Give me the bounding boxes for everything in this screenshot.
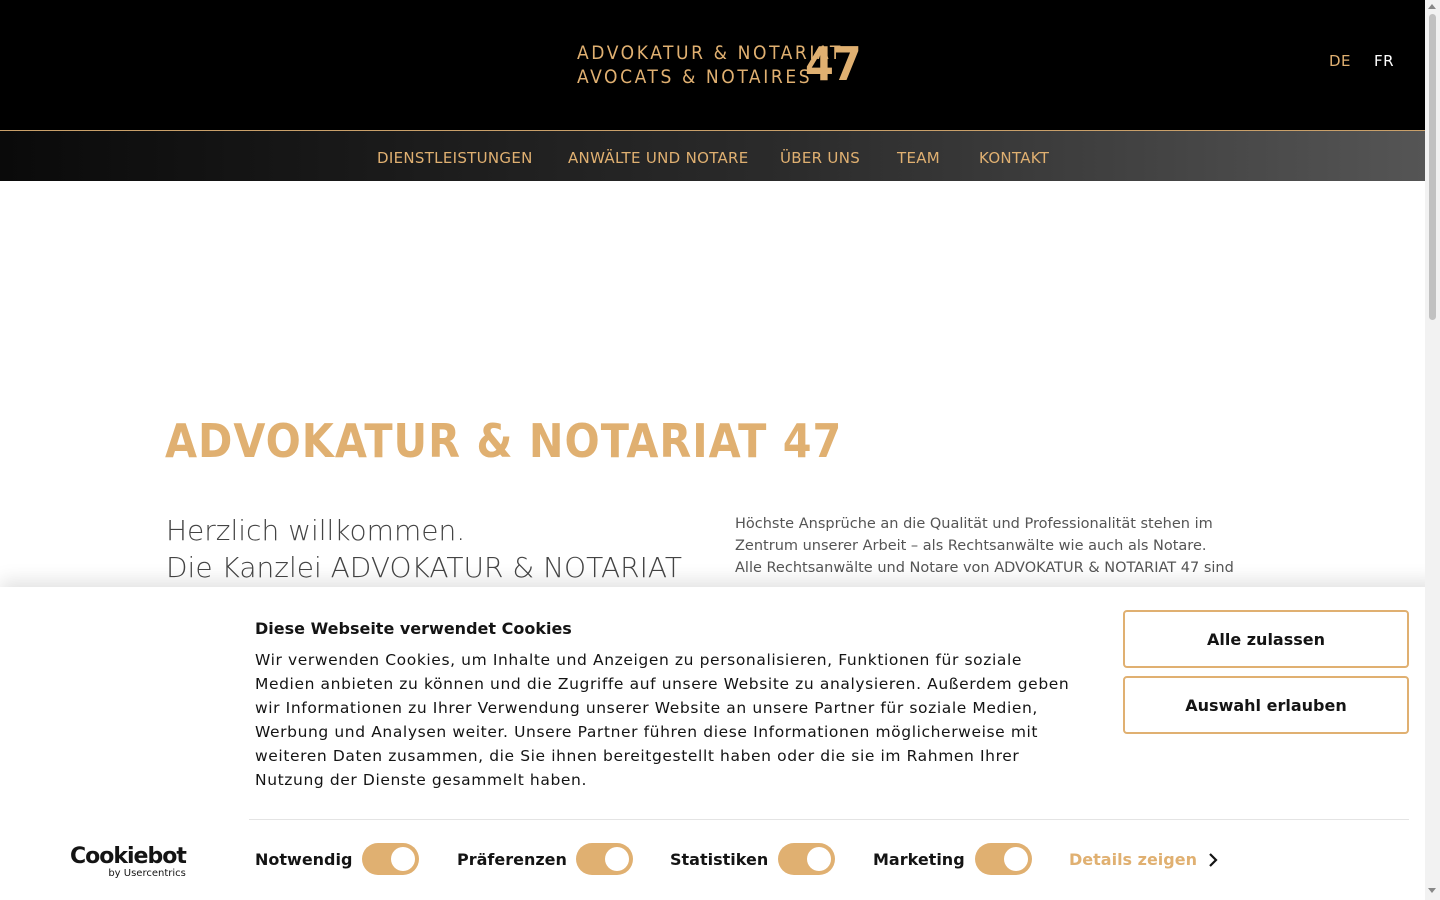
cookiebot-logo[interactable]: Cookiebot by Usercentrics bbox=[70, 844, 187, 880]
language-fr-link[interactable]: FR bbox=[1374, 52, 1394, 70]
scroll-up-icon[interactable] bbox=[1428, 4, 1436, 9]
intro-line-1: Höchste Ansprüche an die Qualität und Pr… bbox=[735, 516, 1213, 532]
intro-line-3: Alle Rechtsanwälte und Notare von ADVOKA… bbox=[735, 560, 1234, 576]
toggle-knob bbox=[807, 847, 831, 871]
toggle-label-marketing: Marketing bbox=[873, 850, 965, 869]
cookiebot-brand: Cookiebot bbox=[70, 844, 187, 869]
welcome-line-1: Herzlich willkommen. bbox=[166, 514, 466, 547]
chevron-right-icon[interactable] bbox=[1208, 853, 1218, 867]
toggle-label-notwendig: Notwendig bbox=[255, 850, 353, 869]
toggle-statistiken[interactable] bbox=[778, 843, 835, 875]
intro-text: Höchste Ansprüche an die Qualität und Pr… bbox=[735, 513, 1235, 579]
site-logo[interactable]: ADVOKATUR & NOTARIAT AVOCATS & NOTAIRES … bbox=[577, 38, 862, 92]
logo-line-1: ADVOKATUR & NOTARIAT bbox=[577, 42, 843, 64]
main-navigation: DIENSTLEISTUNGEN ANWÄLTE UND NOTARE ÜBER… bbox=[0, 130, 1425, 181]
toggle-label-praeferenzen: Präferenzen bbox=[457, 850, 567, 869]
allow-all-button[interactable]: Alle zulassen bbox=[1123, 610, 1409, 668]
welcome-line-2: Die Kanzlei ADVOKATUR & NOTARIAT bbox=[166, 551, 682, 584]
page-title: ADVOKATUR & NOTARIAT 47 bbox=[165, 414, 843, 468]
nav-item-team[interactable]: TEAM bbox=[897, 149, 940, 167]
toggle-marketing[interactable] bbox=[975, 843, 1032, 875]
nav-item-ueber-uns[interactable]: ÜBER UNS bbox=[780, 149, 860, 167]
toggle-knob bbox=[605, 847, 629, 871]
cookie-banner: Diese Webseite verwendet Cookies Wir ver… bbox=[0, 587, 1440, 900]
nav-item-kontakt[interactable]: KONTAKT bbox=[979, 149, 1049, 167]
scrollbar[interactable] bbox=[1425, 0, 1440, 900]
cookiebot-brand-sub: by Usercentrics bbox=[108, 868, 186, 879]
site-header: ADVOKATUR & NOTARIAT AVOCATS & NOTAIRES … bbox=[0, 0, 1425, 130]
scroll-down-icon[interactable] bbox=[1428, 888, 1436, 893]
cookie-description: Wir verwenden Cookies, um Inhalte und An… bbox=[255, 651, 1070, 789]
nav-item-dienstleistungen[interactable]: DIENSTLEISTUNGEN bbox=[377, 149, 533, 167]
toggle-label-statistiken: Statistiken bbox=[670, 850, 769, 869]
logo-line-2: AVOCATS & NOTAIRES bbox=[577, 66, 813, 88]
cookie-title: Diese Webseite verwendet Cookies bbox=[255, 619, 572, 638]
intro-line-2: Zentrum unserer Arbeit – als Rechtsanwäl… bbox=[735, 538, 1207, 554]
welcome-heading: Herzlich willkommen. Die Kanzlei ADVOKAT… bbox=[166, 512, 682, 586]
divider bbox=[249, 819, 1409, 820]
nav-item-anwaelte-und-notare[interactable]: ANWÄLTE UND NOTARE bbox=[568, 149, 749, 167]
toggle-knob bbox=[391, 847, 415, 871]
logo-number: 47 bbox=[805, 37, 862, 91]
toggle-notwendig[interactable] bbox=[362, 843, 419, 875]
language-de-link[interactable]: DE bbox=[1329, 52, 1351, 70]
scroll-thumb[interactable] bbox=[1429, 14, 1436, 320]
toggle-praeferenzen[interactable] bbox=[576, 843, 633, 875]
toggle-knob bbox=[1004, 847, 1028, 871]
allow-selection-button[interactable]: Auswahl erlauben bbox=[1123, 676, 1409, 734]
details-link[interactable]: Details zeigen bbox=[1069, 850, 1197, 869]
